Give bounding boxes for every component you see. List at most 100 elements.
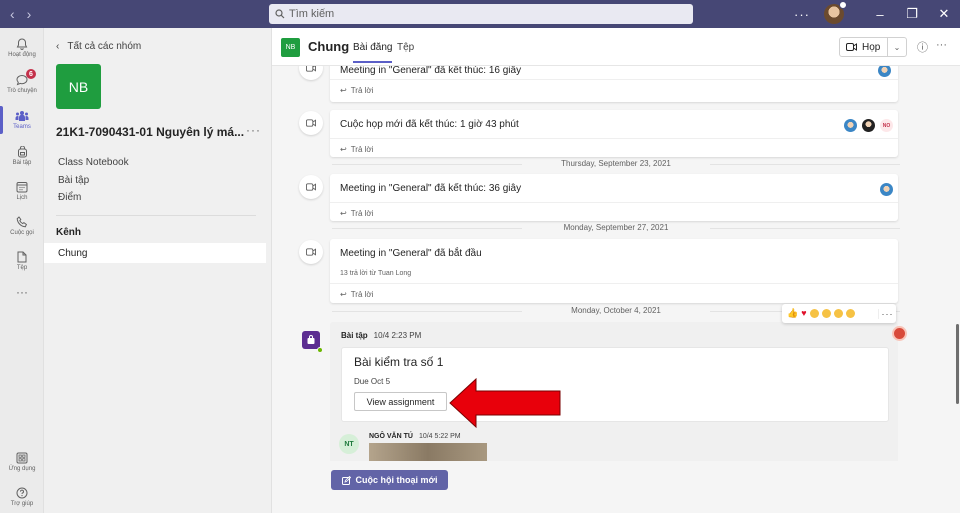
compose-icon	[341, 475, 351, 485]
header-more-button[interactable]: ···	[936, 39, 947, 51]
search-placeholder: Tìm kiếm	[289, 8, 335, 20]
meeting-camera-icon	[299, 111, 323, 135]
new-conversation-button[interactable]: Cuộc hội thoại mới	[331, 470, 448, 490]
rail-item-calendar[interactable]: Lịch	[0, 173, 44, 209]
sidebar-divider	[56, 215, 256, 216]
calendar-icon	[16, 182, 28, 193]
sidebar-link-grades[interactable]: Điểm	[58, 192, 81, 203]
feed-scrollbar[interactable]	[956, 324, 959, 404]
post-card: Meeting in "General" đã kết thúc: 36 giâ…	[330, 174, 898, 221]
forward-arrow-icon[interactable]: ›	[27, 6, 32, 22]
assignment-sender: Bài tập 10/4 2:23 PM	[341, 331, 422, 340]
backpack-icon	[17, 146, 27, 158]
team-avatar: NB	[56, 64, 101, 109]
replies-summary[interactable]: 13 trả lời từ Tuan Long	[340, 270, 411, 277]
participant-avatar	[878, 66, 891, 77]
view-assignment-button[interactable]: View assignment	[354, 392, 447, 411]
phone-icon	[16, 216, 28, 228]
post-title: Meeting in "General" đã bắt đầu	[340, 248, 482, 259]
rail-item-chat[interactable]: Trò chuyện 6	[0, 66, 44, 102]
assignments-app-icon	[302, 331, 320, 349]
heart-reaction-icon[interactable]: ♥	[801, 309, 806, 318]
nav-arrows: ‹ ›	[10, 6, 31, 22]
assignment-title: Bài kiểm tra số 1	[354, 355, 444, 369]
rail-item-assignments[interactable]: Bài tập	[0, 138, 44, 174]
angry-reaction-icon[interactable]	[845, 309, 855, 318]
meeting-camera-icon	[299, 240, 323, 264]
rail-item-teams[interactable]: Teams	[0, 102, 44, 138]
laugh-reaction-icon[interactable]	[809, 309, 819, 318]
reply-link[interactable]: ↩ Trả lời	[340, 145, 373, 154]
file-icon	[17, 251, 27, 263]
participant-avatar: NO	[880, 119, 893, 132]
rail-more-apps[interactable]: ···	[0, 274, 44, 310]
reply-link[interactable]: ↩ Trả lời	[340, 290, 373, 299]
meet-button[interactable]: Họp ⌄	[839, 37, 907, 57]
surprised-reaction-icon[interactable]	[821, 309, 831, 318]
rail-item-calls[interactable]: Cuộc gọi	[0, 208, 44, 244]
reply-arrow-icon: ↩	[340, 209, 347, 218]
post-card: Meeting in "General" đã kết thúc: 16 giâ…	[330, 66, 898, 102]
message-more-button[interactable]: ···	[878, 308, 896, 319]
rail-item-help[interactable]: Trợ giúp	[0, 479, 44, 513]
channel-header: NB Chung Bài đăng Tệp Họp ⌄ ⓘ ···	[272, 28, 960, 66]
post-card: Cuộc họp mới đã kết thúc: 1 giờ 43 phút …	[330, 110, 898, 157]
channel-avatar: NB	[281, 38, 300, 57]
participant-avatar	[844, 119, 857, 132]
reply-link[interactable]: ↩ Trả lời	[340, 209, 373, 218]
teams-icon	[15, 111, 29, 121]
reaction-bar: 👍 ♥ ···	[782, 304, 896, 323]
sidebar-link-assignments[interactable]: Bài tập	[58, 175, 89, 186]
chevron-left-icon: ‹	[56, 41, 60, 52]
reply-arrow-icon: ↩	[340, 86, 347, 95]
date-divider: Monday, September 27, 2021	[272, 223, 960, 232]
reply-arrow-icon: ↩	[340, 290, 347, 299]
apps-icon	[16, 452, 28, 464]
presence-dot	[317, 347, 323, 353]
assignment-due: Due Oct 5	[354, 377, 391, 386]
presence-badge	[839, 1, 847, 9]
reply-image[interactable]	[369, 443, 487, 461]
tab-posts[interactable]: Bài đăng	[353, 42, 393, 63]
reply-arrow-icon: ↩	[340, 145, 347, 154]
reply-link[interactable]: ↩ Trả lời	[340, 86, 373, 95]
participant-avatar	[862, 119, 875, 132]
minimize-button[interactable]: –	[864, 7, 896, 22]
team-more-button[interactable]: ···	[246, 123, 261, 137]
meeting-camera-icon	[299, 66, 323, 80]
search-icon	[275, 9, 285, 19]
sidebar-link-class-notebook[interactable]: Class Notebook	[58, 157, 129, 168]
channels-heading: Kênh	[56, 227, 81, 238]
app-rail: Hoạt động Trò chuyện 6 Teams Bài tập Lịc…	[0, 28, 44, 513]
team-sidebar: ‹ Tất cả các nhóm NB 21K1-7090431-01 Ngu…	[44, 28, 272, 513]
reply-sender: NGÔ VĂN TÚ 10/4 5:22 PM	[369, 433, 461, 440]
back-arrow-icon[interactable]: ‹	[10, 6, 15, 22]
channel-title: Chung	[308, 39, 350, 54]
like-reaction-icon[interactable]: 👍	[787, 308, 798, 319]
rail-item-apps[interactable]: Ứng dụng	[0, 444, 44, 480]
tab-files[interactable]: Tệp	[397, 42, 414, 53]
post-title: Cuộc họp mới đã kết thúc: 1 giờ 43 phút	[340, 119, 519, 130]
all-teams-link[interactable]: ‹ Tất cả các nhóm	[56, 41, 141, 52]
reply-avatar: NT	[339, 434, 359, 454]
assignment-card: Bài kiểm tra số 1 Due Oct 5 View assignm…	[341, 347, 889, 422]
rail-item-activity[interactable]: Hoạt động	[0, 30, 44, 66]
team-name: 21K1-7090431-01 Nguyên lý má...	[56, 125, 245, 139]
info-icon[interactable]: ⓘ	[917, 39, 928, 55]
sad-reaction-icon[interactable]	[833, 309, 843, 318]
meeting-camera-icon	[299, 175, 323, 199]
maximize-button[interactable]: ❐	[896, 6, 928, 22]
chevron-down-icon[interactable]: ⌄	[888, 43, 906, 52]
participant-avatar	[880, 183, 893, 196]
channel-general[interactable]: Chung	[44, 243, 266, 263]
profile-avatar[interactable]	[824, 1, 847, 24]
conversation-feed: Meeting in "General" đã kết thúc: 16 giâ…	[272, 66, 960, 461]
post-card: Meeting in "General" đã bắt đầu 13 trả l…	[330, 239, 898, 303]
help-icon	[16, 487, 28, 499]
settings-more-button[interactable]: ···	[794, 7, 810, 22]
video-camera-icon	[846, 43, 857, 51]
close-button[interactable]: ✕	[928, 6, 960, 22]
chat-count-badge: 6	[26, 69, 36, 79]
search-input[interactable]: Tìm kiếm	[269, 4, 693, 24]
main-area: NB Chung Bài đăng Tệp Họp ⌄ ⓘ ··· Meetin…	[272, 28, 960, 513]
